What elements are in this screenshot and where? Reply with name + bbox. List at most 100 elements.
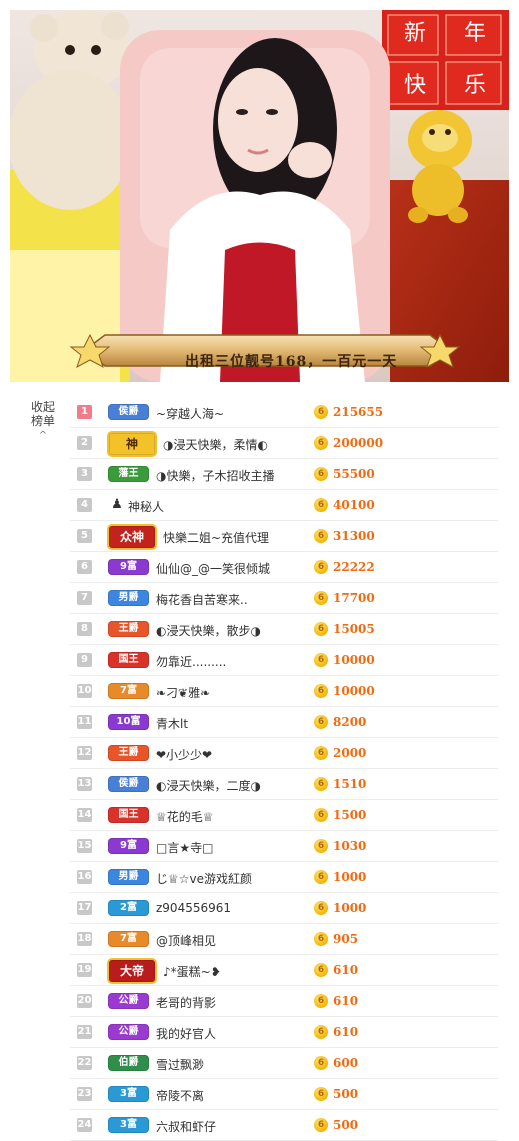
- user-name[interactable]: ◐浸天快樂，二度◑: [156, 777, 316, 794]
- user-name[interactable]: 我的好官人: [156, 1025, 316, 1042]
- coin-icon: 6: [314, 715, 328, 729]
- user-name[interactable]: ◑快樂，子木招收主播: [156, 467, 316, 484]
- gift-amount: 905: [333, 932, 359, 946]
- leaderboard-row[interactable]: 12 王爵 ❤小少少❤ 6 2000: [70, 738, 498, 769]
- gift-amount: 22222: [333, 560, 375, 574]
- user-name[interactable]: 青木lt: [156, 715, 316, 732]
- rank-badge: 国王: [108, 652, 149, 668]
- coin-icon: 6: [314, 1118, 328, 1132]
- chevron-up-icon: ^: [38, 430, 48, 441]
- user-name[interactable]: 仙仙@_@一笑很倾城: [156, 560, 316, 577]
- coin-icon: 6: [314, 808, 328, 822]
- coin-icon: 6: [314, 932, 328, 946]
- svg-text:新: 新: [404, 21, 426, 46]
- coin-icon: 6: [314, 839, 328, 853]
- leaderboard-row[interactable]: 18 7富 @顶峰相见 6 905: [70, 924, 498, 955]
- user-name[interactable]: 老哥的背影: [156, 994, 316, 1011]
- leaderboard-row[interactable]: 9 国王 勿靠近......... 6 10000: [70, 645, 498, 676]
- collapse-label-line1: 收起: [30, 400, 55, 414]
- leaderboard-row[interactable]: 10 7富 ❧刁❦雅❧ 6 10000: [70, 676, 498, 707]
- leaderboard-row[interactable]: 3 藩王 ◑快樂，子木招收主播 6 55500: [70, 459, 498, 490]
- user-name[interactable]: 六叔和虾仔: [156, 1118, 316, 1135]
- leaderboard-row[interactable]: 11 10富 青木lt 6 8200: [70, 707, 498, 738]
- leaderboard-row[interactable]: 19 大帝 ♪*蛋糕~❥ 6 610: [70, 955, 498, 986]
- user-name[interactable]: 梅花香自苦寒来..: [156, 591, 316, 608]
- user-name[interactable]: 帝陵不离: [156, 1087, 316, 1104]
- live-stream-video[interactable]: 新 年 快 乐 出租三位靓号168，一百元一天: [10, 10, 509, 382]
- leaderboard-row[interactable]: 1 侯爵 ~穿越人海~ 6 215655: [70, 397, 498, 428]
- rank-badge: 9富: [108, 838, 149, 854]
- leaderboard-row[interactable]: 21 公爵 我的好官人 6 610: [70, 1017, 498, 1048]
- leaderboard-row[interactable]: 4 ♟ 神秘人 6 40100: [70, 490, 498, 521]
- user-name[interactable]: ◐浸天快樂，散步◑: [156, 622, 316, 639]
- rank-badge: 9富: [108, 559, 149, 575]
- rank-number: 20: [77, 994, 92, 1008]
- user-name[interactable]: ♪*蛋糕~❥: [163, 963, 323, 980]
- rank-number: 22: [77, 1056, 92, 1070]
- user-name[interactable]: z904556961: [156, 901, 316, 915]
- coin-icon: 6: [314, 405, 328, 419]
- leaderboard-row[interactable]: 17 2富 z904556961 6 1000: [70, 893, 498, 924]
- rank-badge: 神: [107, 431, 157, 457]
- stream-frame-graphic: 新 年 快 乐: [10, 10, 509, 382]
- rank-badge: 2富: [108, 900, 149, 916]
- rank-number: 11: [77, 715, 92, 729]
- user-name[interactable]: 神秘人: [128, 498, 288, 515]
- leaderboard-row[interactable]: 24 3富 六叔和虾仔 6 500: [70, 1110, 498, 1141]
- user-name[interactable]: ~穿越人海~: [156, 405, 316, 422]
- rank-number: 2: [77, 436, 92, 450]
- leaderboard-row[interactable]: 22 伯爵 雪过飘渺 6 600: [70, 1048, 498, 1079]
- user-name[interactable]: ❧刁❦雅❧: [156, 684, 316, 701]
- leaderboard-row[interactable]: 7 男爵 梅花香自苦寒来.. 6 17700: [70, 583, 498, 614]
- gift-amount: 215655: [333, 405, 384, 419]
- rank-number: 7: [77, 591, 92, 605]
- rank-number: 12: [77, 746, 92, 760]
- rank-badge: 7富: [108, 683, 149, 699]
- rank-badge: 大帝: [107, 958, 157, 984]
- rank-number: 5: [77, 529, 92, 543]
- leaderboard-row[interactable]: 15 9富 □言★寺□ 6 1030: [70, 831, 498, 862]
- rank-number: 15: [77, 839, 92, 853]
- leaderboard-row[interactable]: 5 众神 快樂二姐~充值代理 6 31300: [70, 521, 498, 552]
- rank-number: 4: [77, 498, 92, 512]
- user-name[interactable]: 快樂二姐~充值代理: [163, 529, 323, 546]
- gift-amount: 31300: [333, 529, 375, 543]
- gift-amount: 2000: [333, 746, 367, 760]
- rank-number: 24: [77, 1118, 92, 1132]
- user-name[interactable]: ❤小少少❤: [156, 746, 316, 763]
- user-name[interactable]: 勿靠近.........: [156, 653, 316, 670]
- rank-badge: 公爵: [108, 993, 149, 1009]
- leaderboard-row[interactable]: 6 9富 仙仙@_@一笑很倾城 6 22222: [70, 552, 498, 583]
- rank-number: 23: [77, 1087, 92, 1101]
- user-name[interactable]: 雪过飘渺: [156, 1056, 316, 1073]
- collapse-leaderboard-toggle[interactable]: 收起 榜单 ^: [24, 400, 62, 443]
- leaderboard-row[interactable]: 16 男爵 じ♕☆ve游戏紅颜 6 1000: [70, 862, 498, 893]
- rank-badge: 侯爵: [108, 776, 149, 792]
- gift-amount: 1030: [333, 839, 367, 853]
- gift-amount: 40100: [333, 498, 375, 512]
- rank-number: 16: [77, 870, 92, 884]
- leaderboard-row[interactable]: 2 神 ◑浸天快樂，柔情◐ 6 200000: [70, 428, 498, 459]
- user-name[interactable]: ♕花的毛♕: [156, 808, 316, 825]
- leaderboard-row[interactable]: 8 王爵 ◐浸天快樂，散步◑ 6 15005: [70, 614, 498, 645]
- leaderboard-row[interactable]: 23 3富 帝陵不离 6 500: [70, 1079, 498, 1110]
- user-name[interactable]: □言★寺□: [156, 839, 316, 856]
- coin-icon: 6: [314, 1056, 328, 1070]
- user-name[interactable]: じ♕☆ve游戏紅颜: [156, 870, 316, 887]
- coin-icon: 6: [314, 529, 328, 543]
- coin-icon: 6: [314, 1087, 328, 1101]
- gift-leaderboard: 1 侯爵 ~穿越人海~ 6 215655 2 神 ◑浸天快樂，柔情◐ 6 200000 3 藩王 ◑快樂…: [70, 397, 498, 1141]
- rank-badge: 男爵: [108, 590, 149, 606]
- leaderboard-row[interactable]: 14 国王 ♕花的毛♕ 6 1500: [70, 800, 498, 831]
- leaderboard-row[interactable]: 13 侯爵 ◐浸天快樂，二度◑ 6 1510: [70, 769, 498, 800]
- rank-badge: 王爵: [108, 745, 149, 761]
- rank-number: 9: [77, 653, 92, 667]
- gift-amount: 600: [333, 1056, 359, 1070]
- gift-amount: 610: [333, 1025, 359, 1039]
- gift-amount: 500: [333, 1087, 359, 1101]
- rank-badge: 公爵: [108, 1024, 149, 1040]
- leaderboard-row[interactable]: 20 公爵 老哥的背影 6 610: [70, 986, 498, 1017]
- user-name[interactable]: ◑浸天快樂，柔情◐: [163, 436, 323, 453]
- gift-amount: 17700: [333, 591, 375, 605]
- user-name[interactable]: @顶峰相见: [156, 932, 316, 949]
